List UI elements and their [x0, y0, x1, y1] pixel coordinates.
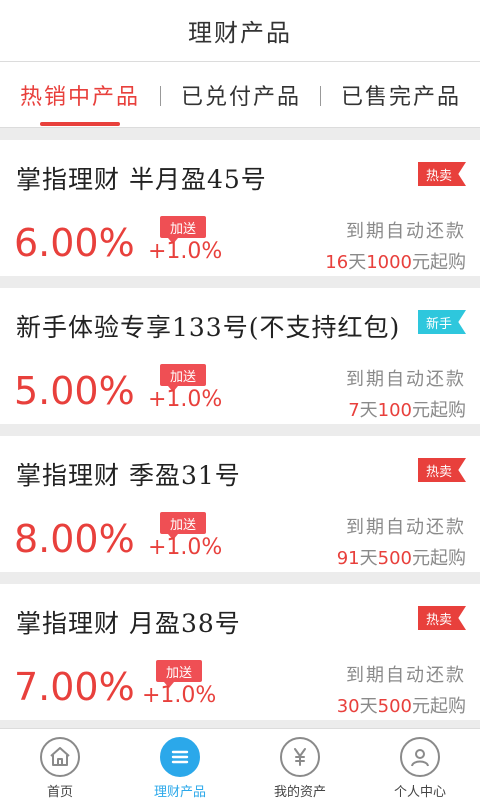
new-user-tag: 新手 [418, 310, 466, 334]
product-title: 新手体验专享133号(不支持红包) [16, 313, 401, 342]
min-amount-suffix: 元起购 [412, 400, 466, 421]
product-title: 掌指理财 月盈38号 [16, 609, 241, 638]
interest-rate: 5.00% [14, 369, 135, 413]
bottom-nav: 首页 理财产品 我的资产 个人中心 [0, 728, 480, 800]
nav-item-home[interactable]: 首页 [0, 729, 120, 800]
term-days: 91 [336, 548, 360, 569]
tab-divider [320, 86, 321, 106]
nav-item-profile[interactable]: 个人中心 [360, 729, 480, 800]
tab-soldout-products[interactable]: 已售完产品 [322, 62, 480, 128]
tab-bar: 热销中产品 已兑付产品 已售完产品 [0, 62, 480, 128]
nav-label: 首页 [46, 785, 73, 800]
term-info: 30天500元起购 [337, 692, 466, 718]
nav-label: 个人中心 [393, 785, 446, 800]
bonus-badge: 加送 [156, 660, 202, 688]
product-title: 掌指理财 半月盈45号 [16, 165, 267, 194]
nav-item-assets[interactable]: 我的资产 [240, 729, 360, 800]
bonus-badge: 加送 [160, 216, 206, 244]
nav-label: 我的资产 [273, 785, 326, 800]
term-info: 16天1000元起购 [325, 248, 466, 274]
term-info: 7天100元起购 [348, 396, 466, 422]
term-info: 91天500元起购 [337, 544, 466, 570]
bonus-badge: 加送 [160, 364, 206, 392]
tab-divider [160, 86, 161, 106]
bonus-rate: +1.0% [148, 239, 223, 264]
hot-tag: 热卖 [418, 606, 466, 630]
repayment-method: 到期自动还款 [346, 665, 466, 686]
term-days: 7 [348, 400, 360, 421]
list-icon [160, 737, 200, 777]
hot-tag: 热卖 [418, 458, 466, 482]
repayment-method: 到期自动还款 [346, 221, 466, 242]
term-days-unit: 天 [359, 548, 378, 569]
home-icon [40, 737, 80, 777]
min-amount: 1000 [366, 252, 412, 273]
user-icon [400, 737, 440, 777]
app-header: 理财产品 [0, 0, 480, 62]
product-title: 掌指理财 季盈31号 [16, 461, 241, 490]
interest-rate: 6.00% [14, 221, 135, 265]
product-card[interactable]: 掌指理财 半月盈45号 热卖 6.00% 加送 +1.0% 到期自动还款 16天… [0, 140, 480, 276]
active-tab-indicator [40, 122, 120, 126]
term-days: 30 [336, 696, 360, 717]
product-card[interactable]: 掌指理财 季盈31号 热卖 8.00% 加送 +1.0% 到期自动还款 91天5… [0, 436, 480, 572]
interest-rate: 8.00% [14, 517, 135, 561]
product-card[interactable]: 新手体验专享133号(不支持红包) 新手 5.00% 加送 +1.0% 到期自动… [0, 288, 480, 424]
term-days-unit: 天 [348, 252, 367, 273]
bonus-rate: +1.0% [142, 683, 217, 708]
product-card[interactable]: 掌指理财 月盈38号 热卖 7.00% 加送 +1.0% 到期自动还款 30天5… [0, 584, 480, 720]
bonus-rate: +1.0% [148, 535, 223, 560]
min-amount: 500 [377, 548, 412, 569]
repayment-method: 到期自动还款 [346, 517, 466, 538]
tab-hot-products[interactable]: 热销中产品 [0, 62, 160, 128]
min-amount-suffix: 元起购 [412, 548, 466, 569]
repayment-method: 到期自动还款 [346, 369, 466, 390]
bonus-badge: 加送 [160, 512, 206, 540]
min-amount: 100 [377, 400, 412, 421]
nav-label: 理财产品 [153, 785, 206, 800]
bonus-rate: +1.0% [148, 387, 223, 412]
yen-icon [280, 737, 320, 777]
min-amount-suffix: 元起购 [412, 696, 466, 717]
term-days-unit: 天 [359, 400, 378, 421]
page-title: 理财产品 [188, 19, 292, 47]
nav-item-products[interactable]: 理财产品 [120, 729, 240, 800]
hot-tag: 热卖 [418, 162, 466, 186]
tab-redeemed-products[interactable]: 已兑付产品 [162, 62, 320, 128]
interest-rate: 7.00% [14, 665, 135, 709]
min-amount-suffix: 元起购 [412, 252, 466, 273]
term-days: 16 [325, 252, 349, 273]
min-amount: 500 [377, 696, 412, 717]
term-days-unit: 天 [359, 696, 378, 717]
